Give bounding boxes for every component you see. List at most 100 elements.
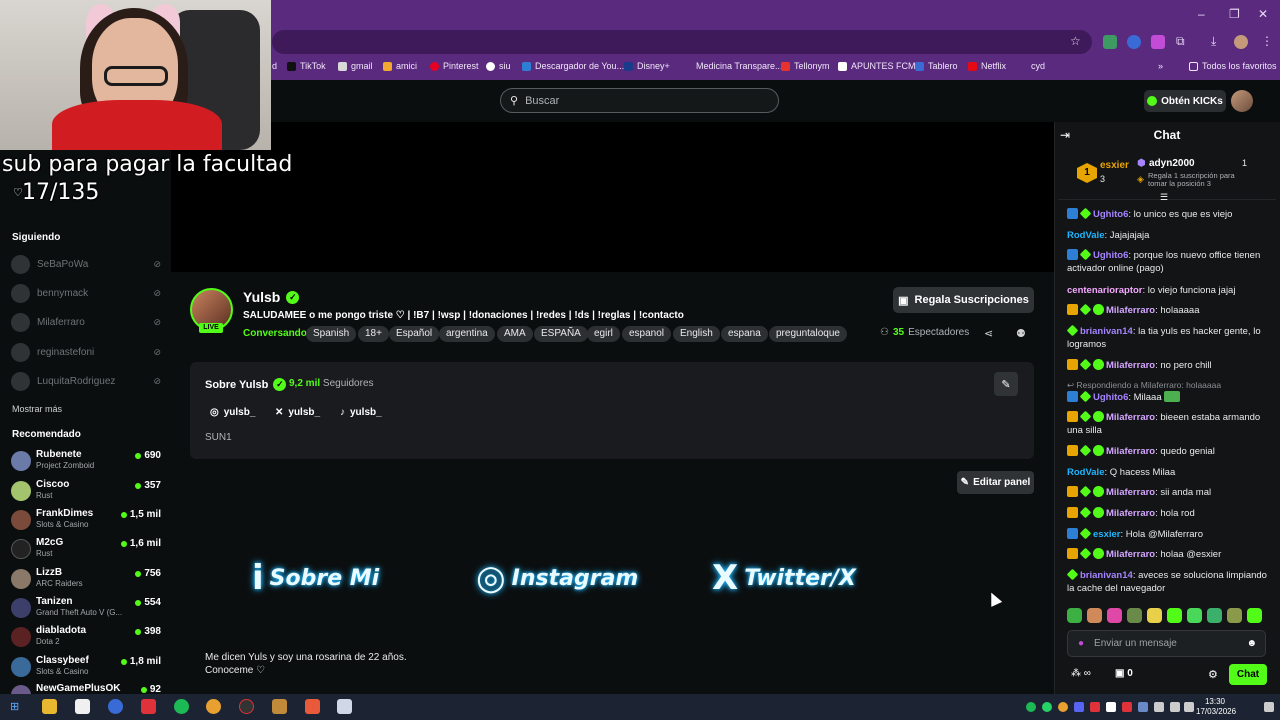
sidebar-recommended-item[interactable]: FrankDimes Slots & Casino 1,5 mil (11, 507, 161, 533)
sidebar-following-item[interactable]: reginastefoni ⊘ (11, 342, 161, 362)
chat-username[interactable]: RodVale (1067, 467, 1105, 478)
chat-username[interactable]: centenarioraptor (1067, 285, 1143, 296)
stream-tag[interactable]: Spanish (306, 326, 357, 342)
sidebar-recommended-item[interactable]: M2cG Rust 1,6 mil (11, 536, 161, 562)
sidebar-following-item[interactable]: LuquitaRodriguez ⊘ (11, 371, 161, 391)
sidebar-recommended-item[interactable]: NewGamePlusOK 92 (11, 682, 161, 694)
chat-username[interactable]: esxier (1093, 529, 1120, 540)
bookmark-item[interactable]: APUNTES FCM (838, 61, 916, 71)
emote-icon[interactable] (1247, 608, 1262, 623)
spotify-tray-icon[interactable] (1026, 702, 1036, 712)
extension-icon[interactable] (1151, 35, 1165, 49)
bookmark-item[interactable]: d (272, 61, 277, 71)
chat-username[interactable]: Milaferraro (1106, 508, 1155, 519)
sidebar-recommended-item[interactable]: LizzB ARC Raiders 756 (11, 566, 161, 592)
chat-settings-icon[interactable]: ⚙ (1208, 668, 1218, 681)
microphone-icon[interactable]: ● (1078, 638, 1084, 649)
social-link-instagram[interactable]: ◎ yulsb_ (210, 407, 255, 418)
sidebar-following-item[interactable]: Milaferraro ⊘ (11, 312, 161, 332)
show-more-link[interactable]: Mostrar más (12, 404, 62, 414)
stream-tag[interactable]: preguntaloque (769, 326, 847, 342)
emote-icon[interactable] (1107, 608, 1122, 623)
discord-tray-icon[interactable] (1074, 702, 1084, 712)
chat-username[interactable]: Milaferraro (1106, 360, 1155, 371)
app-icon[interactable] (141, 699, 156, 714)
sidebar-following-item[interactable]: bennymack ⊘ (11, 283, 161, 303)
stream-tag[interactable]: espanol (622, 326, 672, 342)
sidebar-recommended-item[interactable]: Tanizen Grand Theft Auto V (G... 554 (11, 595, 161, 621)
all-favorites-button[interactable]: Todos los favoritos (1189, 61, 1277, 71)
emote-icon[interactable] (1187, 608, 1202, 623)
channel-name-heading[interactable]: Yulsb ✓ (243, 289, 300, 305)
extension-icon[interactable] (1127, 35, 1141, 49)
stream-tag[interactable]: espana (721, 326, 768, 342)
edit-about-button[interactable]: ✎ (994, 372, 1018, 396)
chat-input[interactable]: ● Enviar un mensaje ☻ (1067, 630, 1266, 657)
gift-count[interactable]: ▣ 0 (1115, 668, 1133, 679)
video-player[interactable] (171, 122, 1054, 272)
emote-icon[interactable] (1167, 608, 1182, 623)
bookmark-item[interactable]: amici (383, 61, 417, 71)
edit-panel-button[interactable]: ✎ Editar panel (957, 471, 1034, 494)
chat-username[interactable]: brianivan14 (1080, 570, 1133, 581)
steam-tray-icon[interactable] (1138, 702, 1148, 712)
user-avatar[interactable] (1231, 90, 1253, 112)
sidebar-recommended-item[interactable]: Rubenete Project Zomboid 690 (11, 448, 161, 474)
gift-subscriptions-button[interactable]: ▣ Regala Suscripciones (893, 287, 1034, 313)
stream-tag[interactable]: egirl (587, 326, 620, 342)
network-icon[interactable] (1170, 702, 1180, 712)
app-icon[interactable] (305, 699, 320, 714)
bookmark-item[interactable]: Medicina Transpare... (683, 61, 783, 71)
chat-username[interactable]: Milaferraro (1106, 446, 1155, 457)
file-explorer-icon[interactable] (42, 699, 57, 714)
stream-tag[interactable]: argentina (439, 326, 495, 342)
social-link-x[interactable]: ✕ yulsb_ (275, 407, 320, 418)
app-tray-icon[interactable] (1122, 702, 1132, 712)
bookmark-item[interactable]: cyd (1018, 61, 1045, 71)
chrome-tray-icon[interactable] (1058, 702, 1068, 712)
system-clock[interactable]: 13:30 17/03/2026 (1196, 697, 1236, 717)
panel-instagram[interactable]: ◎ Instagram (476, 556, 638, 600)
notifications-icon[interactable] (1264, 702, 1274, 712)
follow-user-icon[interactable]: ⚉ (1016, 327, 1026, 340)
channel-points-button[interactable]: ⁂ ∞ (1071, 668, 1091, 679)
emote-icon[interactable] (1067, 608, 1082, 623)
sidebar-recommended-item[interactable]: diabladota Dota 2 398 (11, 624, 161, 650)
bookmark-item[interactable]: Disney+ (624, 61, 670, 71)
windows-start-icon[interactable]: ⊞ (10, 700, 19, 713)
app-tray-icon[interactable] (1106, 702, 1116, 712)
bookmark-item[interactable]: siu (486, 61, 511, 71)
bookmark-item[interactable]: TikTok (287, 61, 326, 71)
restore-icon[interactable]: ❐ (1229, 7, 1240, 21)
emote-icon[interactable] (1087, 608, 1102, 623)
emote-icon[interactable] (1127, 608, 1142, 623)
chrome-profile-icon[interactable] (108, 699, 123, 714)
calendar-icon[interactable] (75, 699, 90, 714)
minimize-icon[interactable]: – (1198, 7, 1205, 21)
whatsapp-tray-icon[interactable] (1042, 702, 1052, 712)
volume-icon[interactable] (1184, 702, 1194, 712)
emote-icon[interactable] (1147, 608, 1162, 623)
emoji-icon[interactable]: ☻ (1246, 638, 1257, 649)
stream-tag[interactable]: AMA (497, 326, 533, 342)
spotify-icon[interactable] (174, 699, 189, 714)
sidebar-recommended-item[interactable]: Classybeef Slots & Casino 1,8 mil (11, 654, 161, 680)
league-icon[interactable] (272, 699, 287, 714)
obs-icon[interactable] (239, 699, 254, 714)
chat-username[interactable]: Ughito6 (1093, 209, 1128, 220)
extension-icon[interactable] (1103, 35, 1117, 49)
bookmark-item[interactable]: Tellonym (781, 61, 830, 71)
sidebar-following-item[interactable]: SeBaPoWa ⊘ (11, 254, 161, 274)
chat-username[interactable]: Milaferraro (1106, 305, 1155, 316)
panel-twitter[interactable]: X Twitter/X (712, 556, 856, 600)
stream-tag[interactable]: English (673, 326, 720, 342)
chat-username[interactable]: Ughito6 (1093, 250, 1128, 261)
close-icon[interactable]: ✕ (1258, 7, 1268, 21)
chat-username[interactable]: Milaferraro (1106, 549, 1155, 560)
menu-kebab-icon[interactable]: ⋮ (1261, 34, 1273, 48)
profile-avatar[interactable] (1234, 35, 1248, 49)
stream-tag[interactable]: 18+ (358, 326, 389, 342)
stream-tag[interactable]: ESPAÑA (534, 326, 588, 342)
microphone-tray-icon[interactable] (1154, 702, 1164, 712)
star-icon[interactable]: ☆ (1070, 34, 1081, 48)
